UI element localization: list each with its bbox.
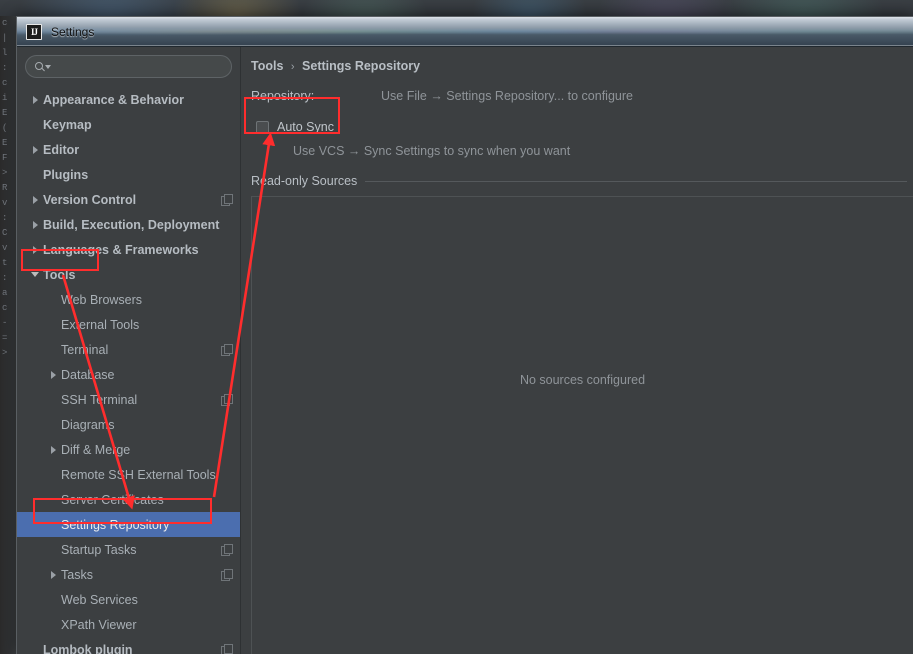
project-settings-copy-icon — [221, 569, 233, 581]
chevron-right-icon[interactable] — [27, 196, 43, 204]
search-icon — [35, 61, 51, 73]
settings-tree[interactable]: Appearance & Behavior Keymap Editor Plugins… — [17, 84, 240, 654]
sidebar-item-label: Web Services — [61, 592, 138, 607]
sidebar-item-web-services[interactable]: Web Services — [17, 587, 240, 612]
section-divider — [365, 180, 907, 182]
search-box[interactable] — [25, 55, 232, 78]
sidebar-item-label: Terminal — [61, 342, 109, 357]
sidebar-item-label: Languages & Frameworks — [43, 242, 199, 257]
chevron-right-icon[interactable] — [45, 446, 61, 454]
sidebar-item-tasks[interactable]: Tasks — [17, 562, 240, 587]
dialog-titlebar: IJ Settings — [17, 17, 913, 47]
sidebar-item-lombok-plugin[interactable]: Lombok plugin — [17, 637, 240, 654]
sidebar-item-version-control[interactable]: Version Control — [17, 187, 240, 212]
breadcrumb: Tools › Settings Repository — [251, 59, 913, 73]
auto-sync-label: Auto Sync — [277, 120, 334, 134]
sidebar-item-label: XPath Viewer — [61, 617, 137, 632]
repository-label: Repository: — [251, 89, 315, 103]
sidebar-item-label: Tasks — [61, 567, 93, 582]
empty-sources-message: No sources configured — [519, 373, 646, 387]
sidebar-item-remote-ssh-external-tools[interactable]: Remote SSH External Tools — [17, 462, 240, 487]
project-settings-copy-icon — [221, 644, 233, 654]
sidebar-item-web-browsers[interactable]: Web Browsers — [17, 287, 240, 312]
auto-sync-checkbox[interactable] — [256, 120, 269, 134]
sidebar-item-label: Server Certificates — [61, 492, 164, 507]
auto-sync-row[interactable]: Auto Sync — [256, 117, 913, 137]
project-settings-copy-icon — [221, 394, 233, 406]
chevron-right-icon[interactable] — [45, 371, 61, 379]
intellij-idea-icon: IJ — [26, 23, 42, 40]
chevron-right-icon[interactable] — [27, 221, 43, 229]
sidebar-item-diagrams[interactable]: Diagrams — [17, 412, 240, 437]
sidebar-item-label: Lombok plugin — [43, 642, 133, 654]
breadcrumb-current: Settings Repository — [302, 59, 421, 73]
breadcrumb-parent[interactable]: Tools — [251, 59, 283, 73]
breadcrumb-separator-icon: › — [290, 61, 295, 73]
settings-sidebar: Appearance & Behavior Keymap Editor Plugins… — [17, 47, 241, 654]
sidebar-item-label: Startup Tasks — [61, 542, 137, 557]
chevron-right-icon[interactable] — [27, 96, 43, 104]
sidebar-item-ssh-terminal[interactable]: SSH Terminal — [17, 387, 240, 412]
background-window-strip: c | l: c i E(E F > Rv: Cv t: a c - = > — [0, 16, 16, 654]
screen-root: c | l: c i E(E F > Rv: Cv t: a c - = > IJ Settings Appe… — [0, 0, 913, 654]
chevron-right-icon[interactable] — [27, 246, 43, 254]
sidebar-item-diff-merge[interactable]: Diff & Merge — [17, 437, 240, 462]
read-only-sources-section: Read-only Sources — [251, 174, 913, 188]
sidebar-item-label: Build, Execution, Deployment — [43, 217, 220, 232]
sidebar-item-editor[interactable]: Editor — [17, 137, 240, 162]
sidebar-item-languages-frameworks[interactable]: Languages & Frameworks — [17, 237, 240, 262]
search-input[interactable] — [49, 59, 231, 74]
sidebar-item-xpath-viewer[interactable]: XPath Viewer — [17, 612, 240, 637]
project-settings-copy-icon — [221, 194, 233, 206]
repository-hint: Use File → Settings Repository... to con… — [381, 89, 633, 103]
sidebar-item-terminal[interactable]: Terminal — [17, 337, 240, 362]
sidebar-item-label: SSH Terminal — [61, 392, 138, 407]
chevron-down-icon[interactable] — [27, 272, 43, 277]
dialog-title: Settings — [51, 24, 95, 39]
sidebar-item-label: Diff & Merge — [61, 442, 131, 457]
sidebar-item-keymap[interactable]: Keymap — [17, 112, 240, 137]
repository-row: Repository: Use File → Settings Reposito… — [251, 87, 913, 105]
sidebar-item-plugins[interactable]: Plugins — [17, 162, 240, 187]
sidebar-item-label: Remote SSH External Tools — [61, 467, 216, 482]
search-container — [17, 47, 240, 84]
sidebar-item-label: Tools — [43, 267, 76, 282]
sidebar-item-database[interactable]: Database — [17, 362, 240, 387]
dialog-body: Appearance & Behavior Keymap Editor Plugins… — [17, 47, 913, 654]
read-only-sources-title: Read-only Sources — [251, 174, 358, 188]
sidebar-item-label: External Tools — [61, 317, 140, 332]
chevron-right-icon[interactable] — [45, 571, 61, 579]
sidebar-item-label: Plugins — [43, 167, 89, 182]
sidebar-item-appearance-behavior[interactable]: Appearance & Behavior — [17, 87, 240, 112]
sidebar-item-tools[interactable]: Tools — [17, 262, 240, 287]
project-settings-copy-icon — [221, 544, 233, 556]
sources-list[interactable]: No sources configured — [251, 196, 913, 654]
chevron-right-icon[interactable] — [27, 146, 43, 154]
sidebar-item-label: Database — [61, 367, 115, 382]
sidebar-item-build-execution-deployment[interactable]: Build, Execution, Deployment — [17, 212, 240, 237]
sidebar-item-label: Editor — [43, 142, 80, 157]
settings-dialog: IJ Settings Appearance & Behavior Keymap E… — [16, 16, 913, 654]
sidebar-item-label: Web Browsers — [61, 292, 143, 307]
project-settings-copy-icon — [221, 344, 233, 356]
sidebar-item-label: Version Control — [43, 192, 137, 207]
settings-detail-pane: Tools › Settings Repository Repository: … — [241, 47, 913, 654]
sidebar-item-settings-repository[interactable]: Settings Repository — [17, 512, 240, 537]
sidebar-item-server-certificates[interactable]: Server Certificates — [17, 487, 240, 512]
sidebar-item-label: Settings Repository — [61, 517, 170, 532]
sidebar-item-label: Keymap — [43, 117, 92, 132]
sidebar-item-label: Diagrams — [61, 417, 115, 432]
sidebar-item-startup-tasks[interactable]: Startup Tasks — [17, 537, 240, 562]
sidebar-item-label: Appearance & Behavior — [43, 92, 185, 107]
sync-hint: Use VCS → Sync Settings to sync when you… — [293, 144, 571, 158]
sidebar-item-external-tools[interactable]: External Tools — [17, 312, 240, 337]
